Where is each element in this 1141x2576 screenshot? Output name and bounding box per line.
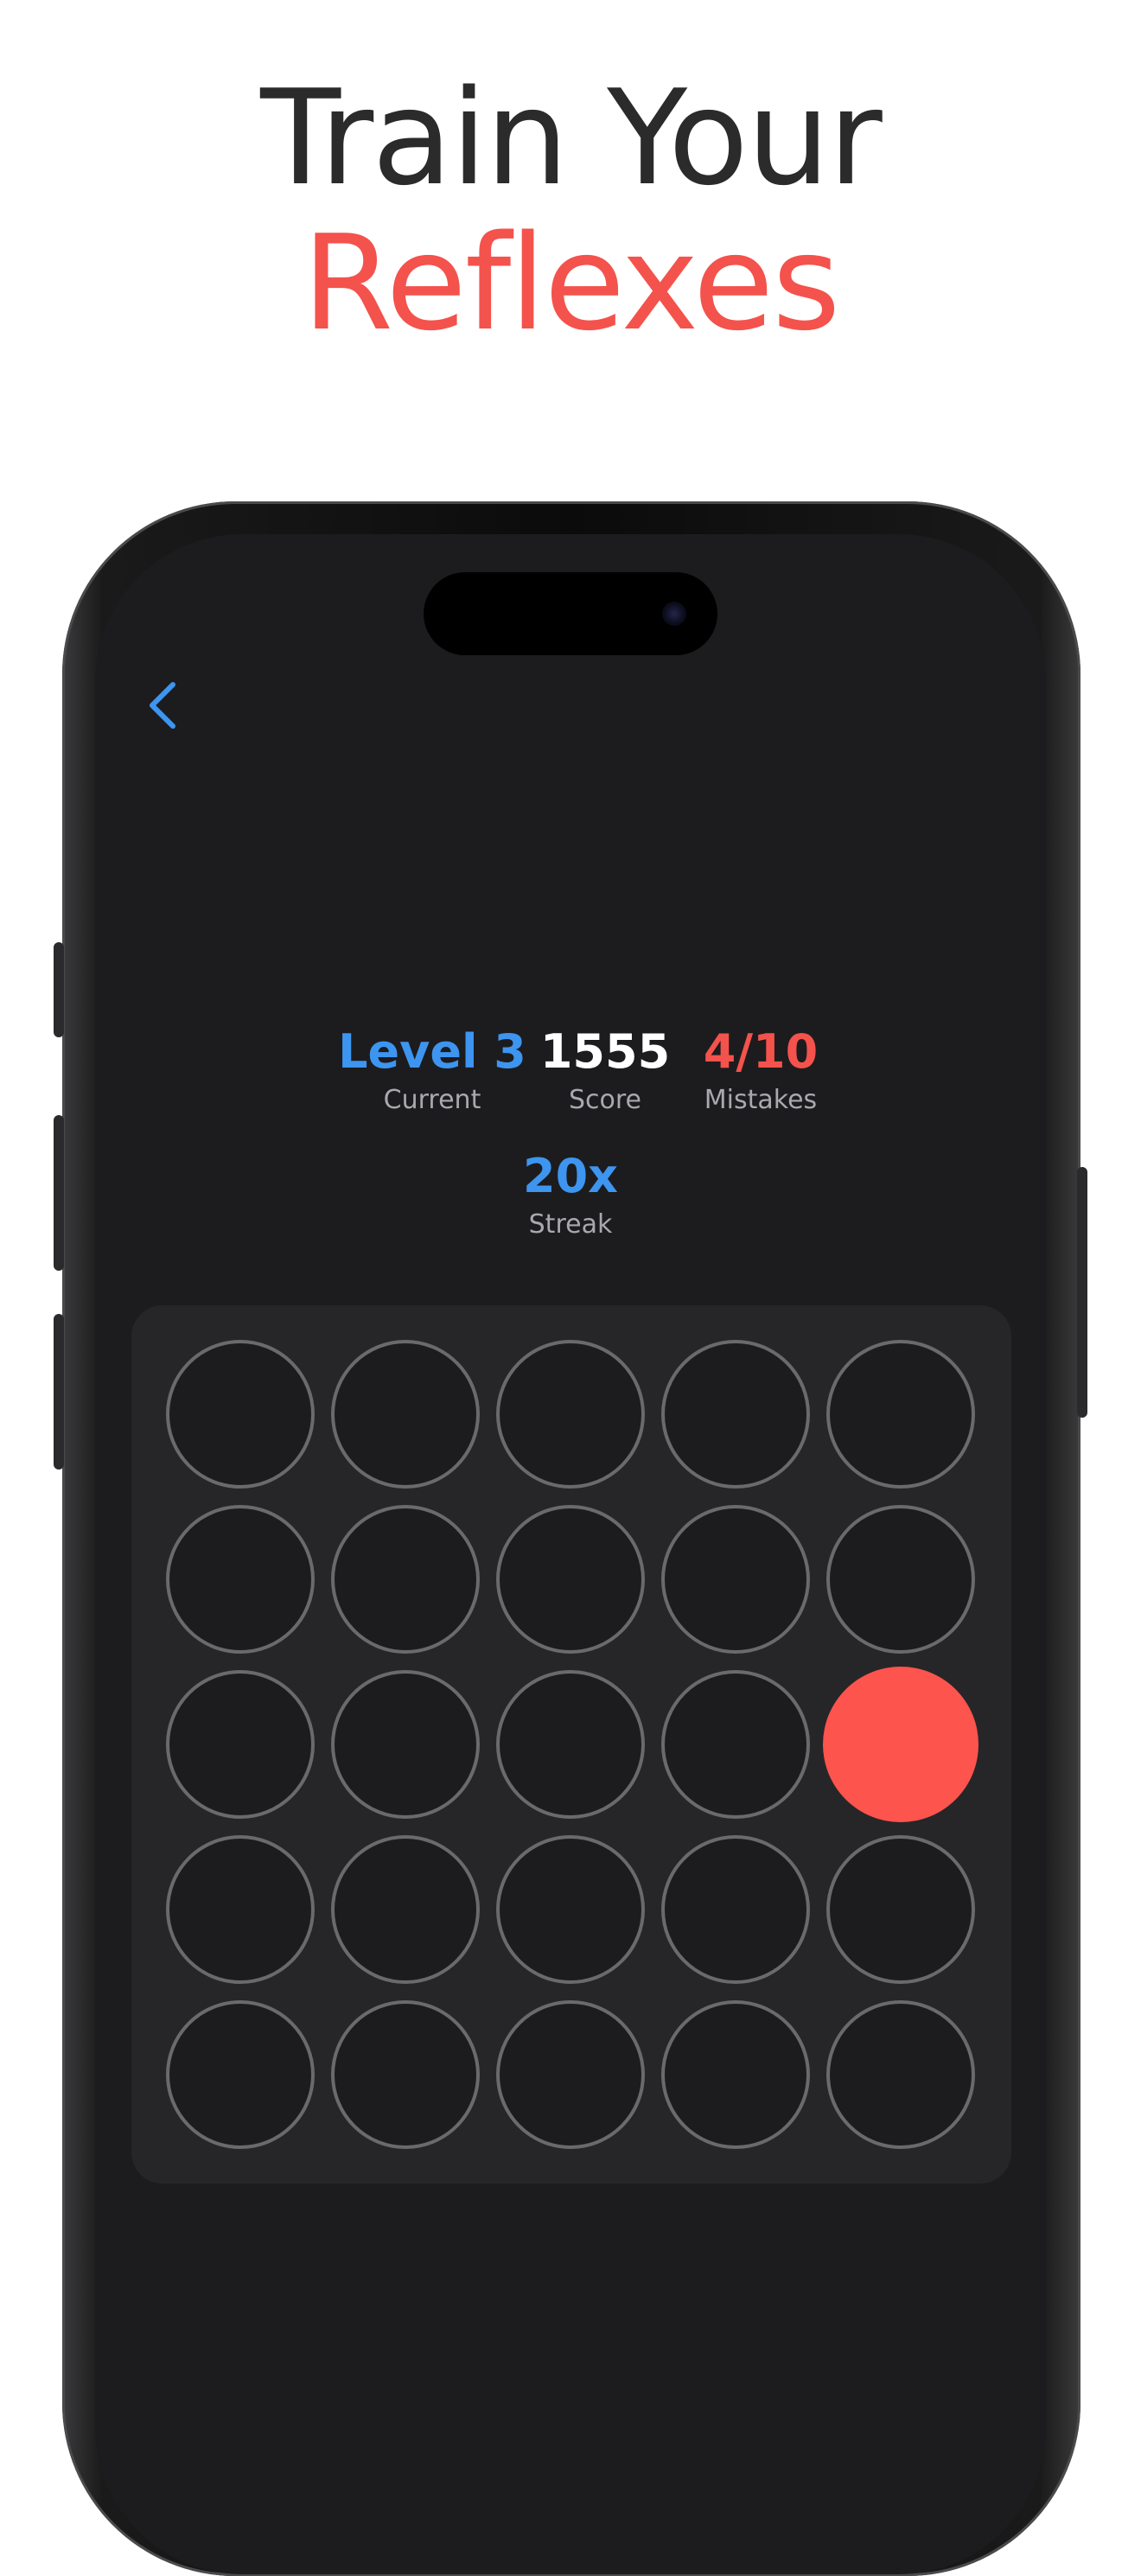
target-cell[interactable]: [661, 2000, 810, 2149]
mistakes-stat: 4/10 Mistakes: [674, 1029, 847, 1113]
target-cell-active[interactable]: [823, 1667, 978, 1822]
front-camera-icon: [662, 602, 686, 626]
streak-label: Streak: [528, 1209, 613, 1240]
level-value: Level 3: [338, 1024, 526, 1079]
target-cell[interactable]: [826, 1340, 975, 1489]
headline-line-2: Reflexes: [302, 207, 841, 360]
target-cell[interactable]: [166, 2000, 315, 2149]
target-cell[interactable]: [496, 1340, 645, 1489]
chevron-left-icon: [150, 682, 175, 729]
target-cell[interactable]: [331, 1670, 480, 1819]
target-cell[interactable]: [166, 1340, 315, 1489]
streak-value: 20x: [523, 1149, 618, 1203]
action-button: [54, 942, 64, 1037]
level-label: Current: [383, 1085, 481, 1115]
target-grid: [131, 1305, 1011, 2184]
target-cell[interactable]: [166, 1835, 315, 1984]
target-cell[interactable]: [166, 1505, 315, 1654]
headline-line-1: Train Your: [260, 61, 883, 214]
target-cell[interactable]: [826, 1505, 975, 1654]
mistakes-value: 4/10: [703, 1024, 819, 1079]
volume-up-button: [54, 1115, 64, 1271]
back-button[interactable]: [138, 679, 190, 731]
power-button: [1077, 1167, 1087, 1418]
target-cell[interactable]: [826, 1835, 975, 1984]
dynamic-island: [424, 572, 717, 655]
level-stat: Level 3 Current: [328, 1029, 536, 1113]
target-cell[interactable]: [331, 2000, 480, 2149]
target-cell[interactable]: [331, 1835, 480, 1984]
phone-screen: Level 3 Current 1555 Score 4/10 Mistakes…: [95, 534, 1046, 2574]
target-cell[interactable]: [331, 1340, 480, 1489]
target-cell[interactable]: [496, 2000, 645, 2149]
target-cell[interactable]: [661, 1670, 810, 1819]
target-cell[interactable]: [496, 1505, 645, 1654]
target-cell[interactable]: [331, 1505, 480, 1654]
score-stat: 1555 Score: [510, 1029, 700, 1113]
target-cell[interactable]: [496, 1670, 645, 1819]
target-cell[interactable]: [826, 2000, 975, 2149]
target-cell[interactable]: [166, 1670, 315, 1819]
mistakes-label: Mistakes: [704, 1085, 818, 1115]
target-cell[interactable]: [661, 1835, 810, 1984]
target-cell[interactable]: [661, 1505, 810, 1654]
volume-down-button: [54, 1314, 64, 1470]
score-label: Score: [568, 1085, 642, 1115]
score-value: 1555: [539, 1024, 671, 1079]
target-cell[interactable]: [496, 1835, 645, 1984]
target-cell[interactable]: [661, 1340, 810, 1489]
streak-stat: 20x Streak: [484, 1153, 657, 1238]
